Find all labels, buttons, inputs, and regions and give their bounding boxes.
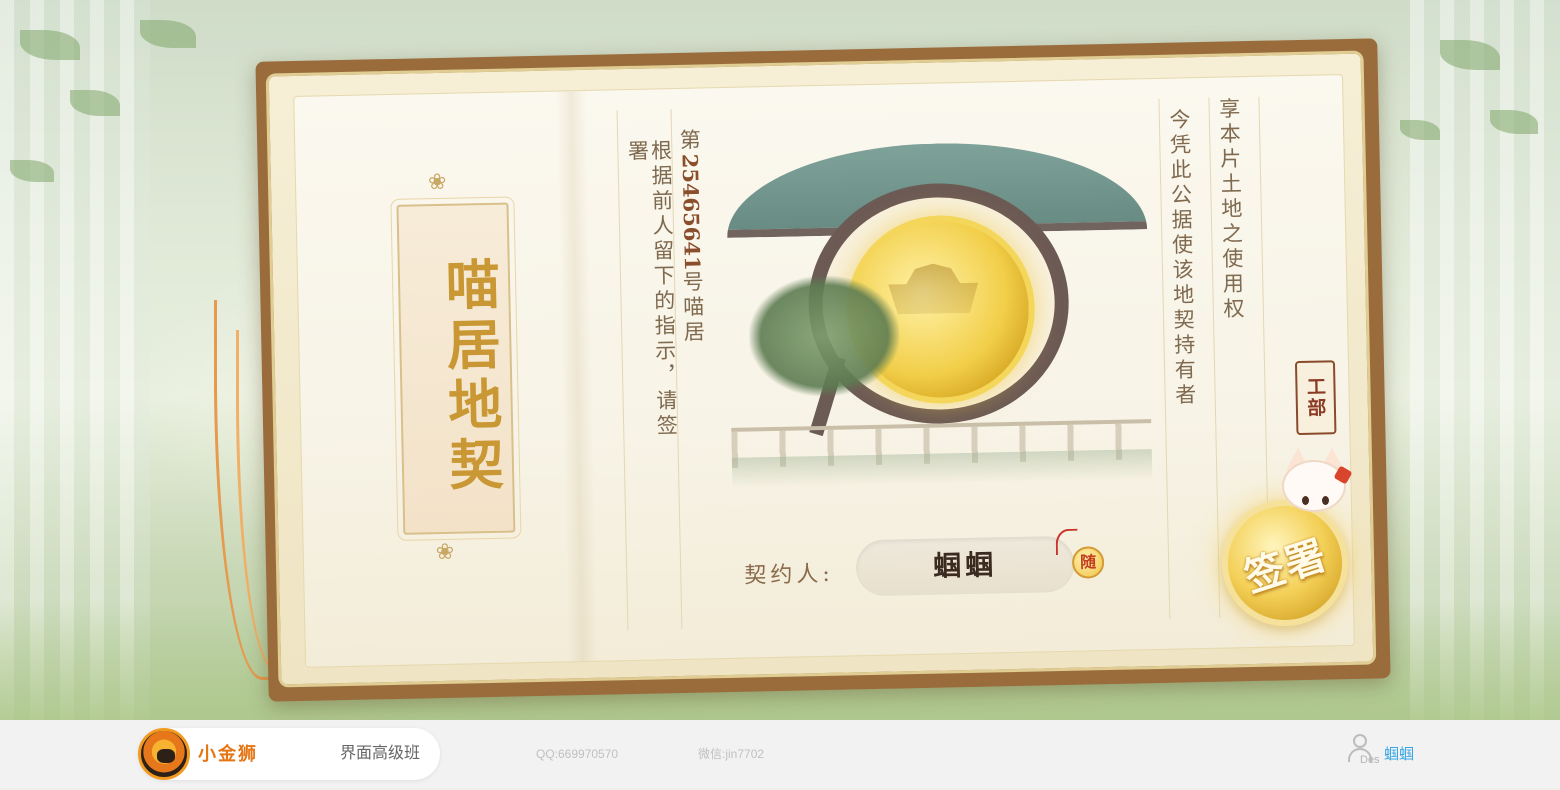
brand-name: 小金狮 <box>198 744 258 764</box>
deed-title: 喵居地契 <box>435 255 505 497</box>
contract-label: 契约人: <box>744 561 834 589</box>
footer-bar: 小金狮 界面高级班 QQ:669970570 微信:jin7702 Des 蝈蝈 <box>0 720 1560 788</box>
qq-contact: QQ:669970570 <box>536 747 619 761</box>
brand-pill: 小金狮 界面高级班 <box>138 728 440 780</box>
cat-mascot <box>1276 448 1356 514</box>
wechat-contact: 微信:jin7702 <box>698 747 765 761</box>
cat-eye <box>1302 496 1309 505</box>
cat-head <box>1282 460 1346 512</box>
game-scene: ❀ 喵居地契 ❀ 根据前人留下的指示，请签署 第25465641号喵居 今凭此公… <box>0 0 1560 720</box>
right-text-column-2: 今凭此公据使该地契持有者 <box>1166 108 1197 409</box>
deed-number-column: 第25465641号喵居 <box>677 128 706 368</box>
deed-number-suffix: 号喵居 <box>680 270 706 346</box>
moon-gate-painting <box>725 119 1153 488</box>
signer-name: 蝈蝈 <box>932 548 998 583</box>
user-icon-head <box>1353 734 1367 748</box>
badge-string <box>1055 528 1078 556</box>
page-fold <box>556 90 599 664</box>
deed-number: 25465641 <box>677 153 706 271</box>
right-text-column-1: 享本片土地之使用权 <box>1216 97 1246 323</box>
land-deed-book: ❀ 喵居地契 ❀ 根据前人留下的指示，请签署 第25465641号喵居 今凭此公… <box>265 50 1377 688</box>
lion-face <box>157 749 175 763</box>
signer-name-field[interactable]: 蝈蝈 <box>855 535 1075 597</box>
deed-number-prefix: 第 <box>677 128 702 154</box>
lotus-ornament-top: ❀ <box>427 169 447 196</box>
lion-logo-icon <box>138 728 190 780</box>
seal-text: 工部 <box>1303 376 1327 419</box>
sign-button[interactable]: 签署 <box>1222 500 1348 626</box>
deed-page: ❀ 喵居地契 ❀ 根据前人留下的指示，请签署 第25465641号喵居 今凭此公… <box>293 74 1355 668</box>
pine-tree <box>748 274 901 398</box>
cat-eye <box>1322 496 1329 505</box>
user-name-link[interactable]: 蝈蝈 <box>1384 720 1414 788</box>
lotus-ornament-bottom: ❀ <box>435 539 455 566</box>
title-cartouche: 喵居地契 <box>390 196 522 541</box>
random-name-button[interactable]: 随 <box>1071 546 1105 579</box>
ministry-seal: 工部 <box>1294 360 1337 436</box>
user-tag: Des <box>1360 754 1380 766</box>
course-name: 界面高级班 <box>340 745 421 762</box>
instruction-column: 根据前人留下的指示，请签署 <box>625 139 679 440</box>
